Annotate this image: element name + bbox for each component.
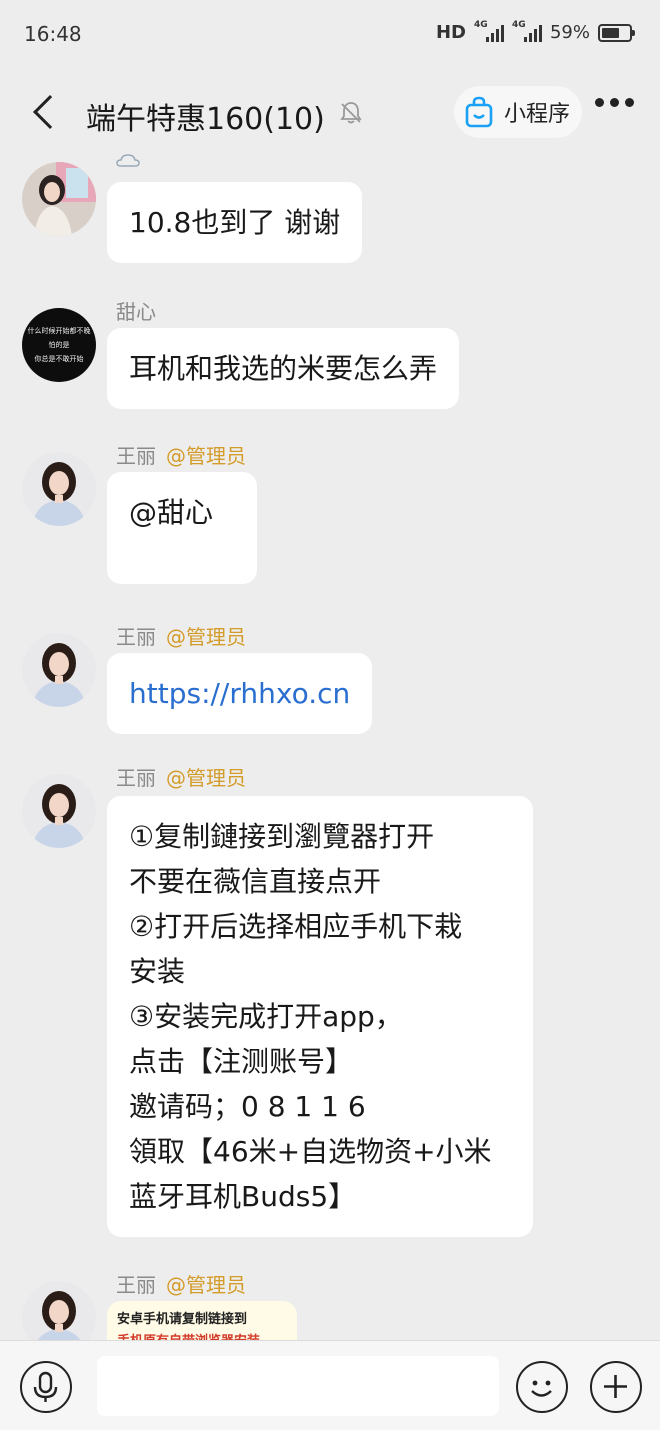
- sender-name: 甜心: [116, 300, 156, 324]
- plus-icon: [604, 1375, 627, 1398]
- dot-icon: [625, 98, 634, 107]
- avatar[interactable]: 什么时候开始都不晚 怕的是 你总是不敢开始: [22, 308, 96, 382]
- message-line: ②打开后选择相应手机下栽: [129, 910, 463, 943]
- avatar[interactable]: [22, 774, 96, 848]
- admin-role-label: @管理员: [166, 444, 246, 468]
- chevron-left-icon: [33, 95, 67, 129]
- more-options-button[interactable]: [595, 98, 634, 107]
- shopping-bag-icon: [465, 96, 493, 128]
- voice-button[interactable]: [20, 1361, 72, 1413]
- status-bar: 16:48 HD 4G 4G 59%: [0, 0, 660, 70]
- chat-header: 端午特惠160(10) 小程序: [0, 70, 660, 154]
- back-button[interactable]: [28, 90, 67, 134]
- woman-avatar-icon: [22, 452, 96, 526]
- message-input[interactable]: [97, 1356, 499, 1416]
- smiley-icon: [531, 1380, 552, 1397]
- sender-name: 王丽 @管理员: [116, 444, 246, 468]
- status-time: 16:48: [24, 22, 82, 46]
- dot-icon: [595, 98, 604, 107]
- message-line: ③安装完成打开app，: [129, 1000, 403, 1033]
- link-bubble[interactable]: https://rhhxo.cn: [107, 653, 373, 734]
- mute-bell-icon: [340, 102, 362, 124]
- signal-icon: 4G: [474, 20, 504, 42]
- message-bubble[interactable]: 10.8也到了 谢谢: [107, 182, 363, 263]
- message-list[interactable]: 10.8也到了 谢谢 什么时候开始都不晚 怕的是 你总是不敢开始 甜心 耳机和我…: [0, 154, 660, 1340]
- chat-title: 端午特惠160(10): [86, 102, 325, 137]
- admin-role-label: @管理员: [166, 625, 246, 649]
- message-bubble[interactable]: @甜心: [107, 472, 257, 584]
- battery-icon: [598, 23, 635, 42]
- cloud-icon: [116, 154, 140, 167]
- message-bubble[interactable]: 耳机和我选的米要怎么弄: [107, 328, 460, 409]
- sender-name: 王丽 @管理员: [116, 1273, 246, 1297]
- battery-percent: 59%: [549, 22, 590, 43]
- microphone-icon: [33, 1371, 58, 1402]
- status-icons: HD 4G 4G 59%: [435, 20, 635, 43]
- mini-program-button[interactable]: 小程序: [454, 86, 582, 138]
- message-line: 点击【注测账号】: [129, 1045, 354, 1078]
- message-line: ①复制鏈接到瀏覽器打开: [129, 820, 435, 853]
- avatar[interactable]: [22, 452, 96, 526]
- woman-avatar-icon: [22, 633, 96, 707]
- avatar[interactable]: [22, 1281, 96, 1340]
- dot-icon: [610, 98, 619, 107]
- admin-role-label: @管理员: [166, 766, 246, 790]
- sender-name: 王丽 @管理员: [116, 766, 246, 790]
- emoji-button[interactable]: [516, 1361, 568, 1413]
- add-button[interactable]: [590, 1361, 642, 1413]
- mini-program-label: 小程序: [504, 102, 571, 127]
- avatar[interactable]: [22, 633, 96, 707]
- message-bubble[interactable]: ①复制鏈接到瀏覽器打开 不要在薇信直接点开 ②打开后选择相应手机下栽 安装 ③安…: [107, 796, 533, 1237]
- woman-avatar-icon: [22, 1281, 96, 1340]
- avatar[interactable]: [22, 162, 96, 236]
- image-message[interactable]: 安卓手机请复制链接到 手机原有自带浏览器安装: [107, 1301, 297, 1340]
- input-bar: [0, 1340, 660, 1430]
- woman-photo-avatar-icon: [22, 162, 96, 236]
- hd-indicator: HD: [435, 22, 466, 43]
- message-line: 領取【46米+自选物资+小米: [129, 1135, 492, 1168]
- message-line: 邀请码；0 8 1 1 6: [129, 1090, 366, 1123]
- admin-role-label: @管理员: [166, 1273, 246, 1297]
- avatar-text: 什么时候开始都不晚 怕的是 你总是不敢开始: [27, 327, 91, 363]
- sender-name: 王丽 @管理员: [116, 625, 246, 649]
- message-line: 不要在薇信直接点开: [129, 865, 382, 898]
- message-line: 安装: [129, 955, 186, 988]
- message-line: 蓝牙耳机Buds5】: [129, 1180, 357, 1213]
- woman-avatar-icon: [22, 774, 96, 848]
- signal-icon: 4G: [512, 20, 542, 42]
